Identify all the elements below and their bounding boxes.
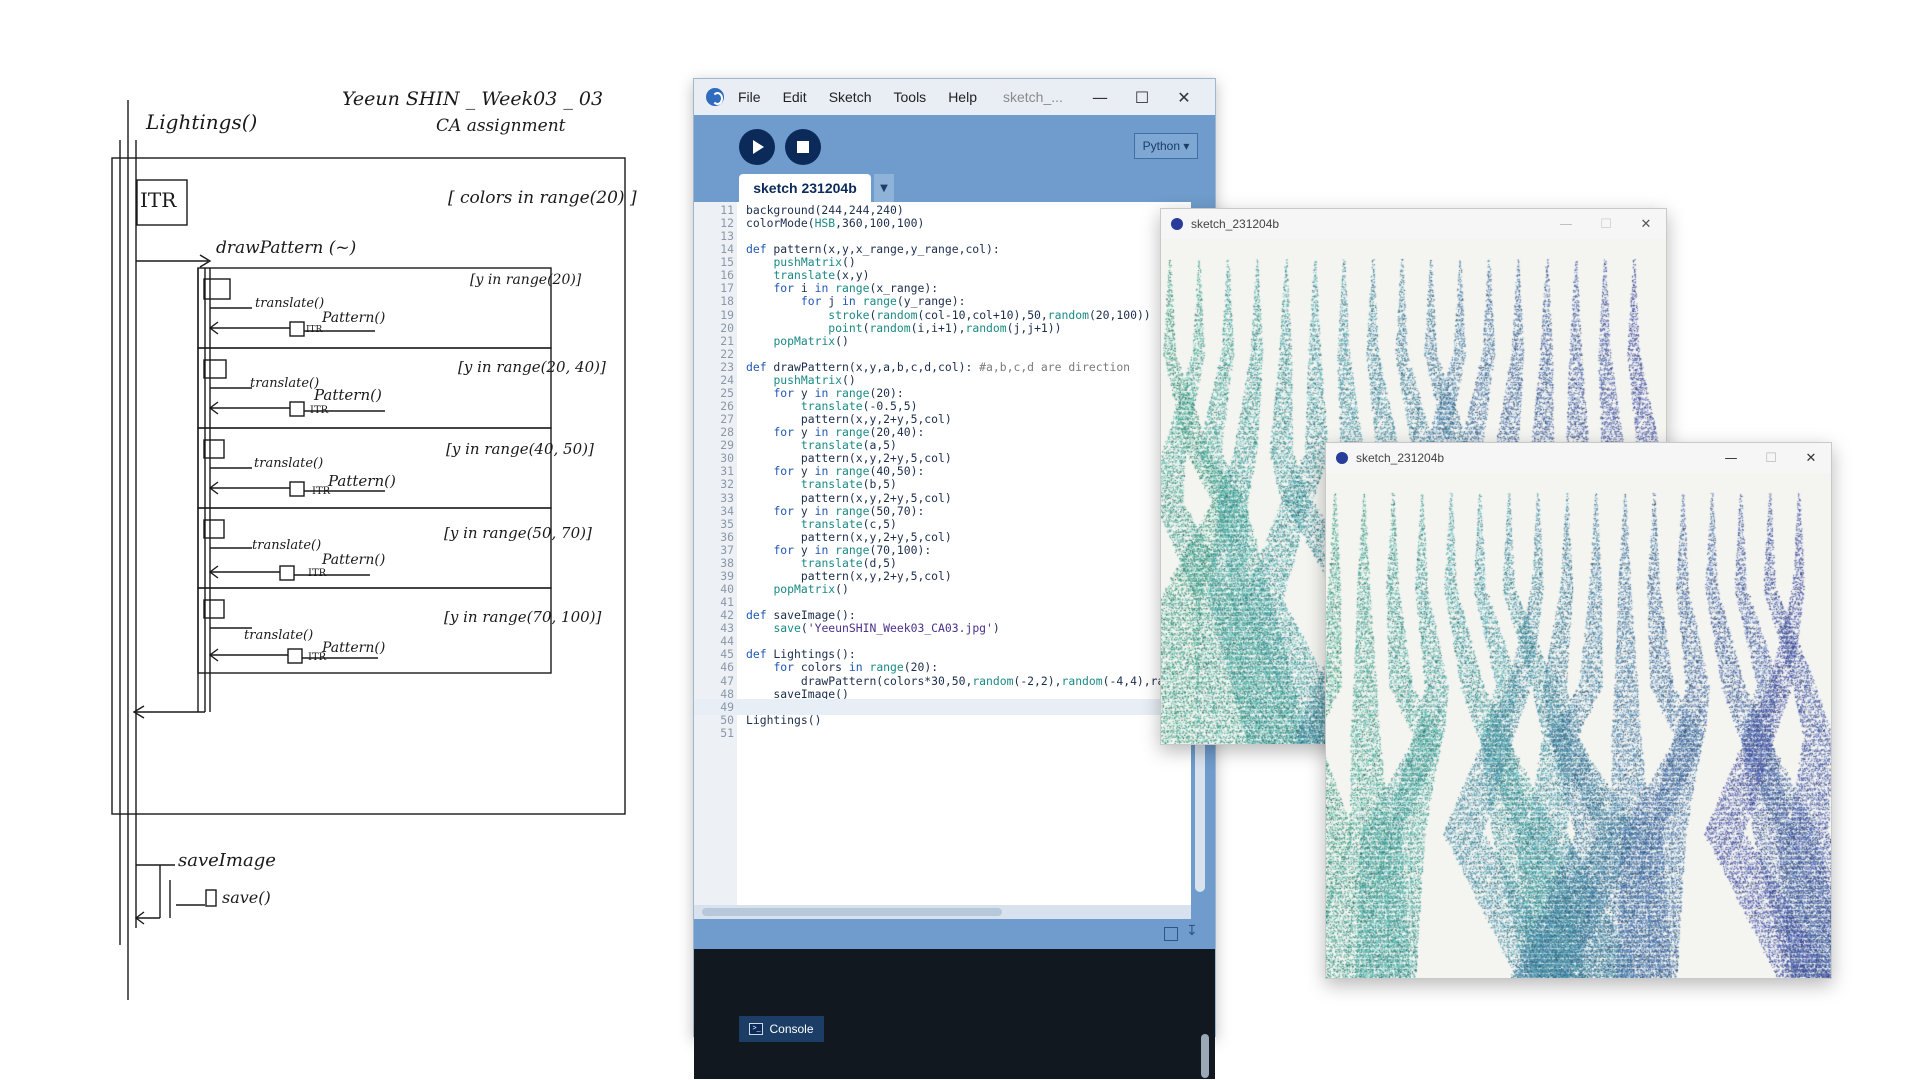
menu-tools[interactable]: Tools [894,89,927,105]
sketch-block-translate: translate() [252,538,322,553]
clear-icon[interactable]: ↧ [1186,923,1198,939]
sketch-block-translate: translate() [255,296,325,311]
sketch-block-pattern: Pattern() [322,310,386,326]
sketch-save-label: save() [222,888,271,907]
line-number: 51 [720,725,734,740]
sketch-lightings-label: Lightings() [146,110,258,134]
menu-file[interactable]: File [738,89,761,105]
sketch-block-itr: ITR [310,405,329,416]
sketch-block-pattern: Pattern() [314,386,382,404]
menu-help[interactable]: Help [948,89,977,105]
sketch-block-pattern: Pattern() [328,472,396,490]
sketch-saveimage-label: saveImage [178,850,276,871]
sketch-colors-range: [ colors in range(20) ] [448,188,637,208]
sketch-subtitle: CA assignment [436,116,566,136]
sketch-block-translate: translate() [244,628,314,643]
sketch-block-itr: ITR [308,568,327,579]
sketch-block-translate: translate() [254,456,324,471]
close-icon[interactable]: ✕ [1626,209,1666,239]
console-toolbar: ↧ [694,919,1215,949]
tab-menu-chevron-down-icon[interactable]: ▼ [874,174,894,202]
sketch-canvas [1326,473,1831,978]
sketch-block-pattern: Pattern() [322,640,386,656]
sketch-title: Yeeun SHIN _ Week03 _ 03 [342,88,604,110]
stop-button[interactable] [785,129,821,165]
processing-app-icon [1171,218,1183,230]
processing-logo-icon [706,88,724,106]
maximize-icon[interactable]: ☐ [1586,209,1626,239]
sketch-block-pattern: Pattern() [322,552,386,568]
scrollbar-thumb[interactable] [702,908,1002,916]
maximize-icon[interactable]: ☐ [1751,443,1791,473]
minimize-icon[interactable]: — [1079,79,1121,115]
output-titlebar: sketch_231204b — ☐ ✕ [1161,209,1666,239]
tab-sketch[interactable]: sketch 231204b [739,174,871,202]
console-icon: >_ [749,1023,764,1035]
sketch-block-range: [y in range(20, 40)] [458,358,606,376]
editor-horizontal-scrollbar[interactable] [694,905,1191,919]
hand-sketch: Yeeun SHIN _ Week03 _ 03 CA assignment L… [0,0,680,1080]
processing-ide-window: File Edit Sketch Tools Help sketch_... —… [693,78,1216,1079]
minimize-icon[interactable]: — [1546,209,1586,239]
sketch-block-itr: ITR [308,652,327,663]
close-icon[interactable]: ✕ [1791,443,1831,473]
ide-window-title: sketch_... [1002,89,1063,105]
sketch-itr-label: ITR [140,188,177,212]
output-window-title: sketch_231204b [1191,217,1280,231]
code-line[interactable]: 51 [694,725,1191,741]
ide-titlebar: File Edit Sketch Tools Help sketch_... —… [694,79,1215,115]
menu-edit[interactable]: Edit [783,89,807,105]
close-icon[interactable]: ✕ [1163,79,1205,115]
console-tab-button[interactable]: >_ Console [739,1016,824,1042]
sketch-drawpattern-label: drawPattern (~) [216,238,357,258]
sketch-block-itr: ITR [312,486,331,497]
mode-selector[interactable]: Python ▾ [1134,133,1198,159]
run-button[interactable] [739,129,775,165]
minimize-icon[interactable]: — [1711,443,1751,473]
sketch-output-window[interactable]: sketch_231204b — ☐ ✕ [1325,442,1832,979]
sketch-block-itr: ITR [306,325,323,335]
copy-icon[interactable] [1164,927,1178,941]
sketch-block-range: [y in range(50, 70)] [444,524,592,542]
sketch-block-translate: translate() [250,376,320,391]
processing-app-icon [1336,452,1348,464]
code-editor[interactable]: 11 background(244,244,240) 12 colorMode(HSB… [694,202,1191,905]
maximize-icon[interactable]: ☐ [1121,79,1163,115]
console-output[interactable] [694,949,1215,1079]
console-scrollbar[interactable] [1201,1034,1209,1078]
console-tab-label: Console [769,1022,814,1036]
output-window-title: sketch_231204b [1356,451,1445,465]
sketch-block-range: [y in range(40, 50)] [446,440,594,458]
sketch-block-range: [y in range(20)] [470,272,582,288]
menu-sketch[interactable]: Sketch [829,89,872,105]
output-titlebar: sketch_231204b — ☐ ✕ [1326,443,1831,473]
sketch-block-range: [y in range(70, 100)] [444,608,602,626]
